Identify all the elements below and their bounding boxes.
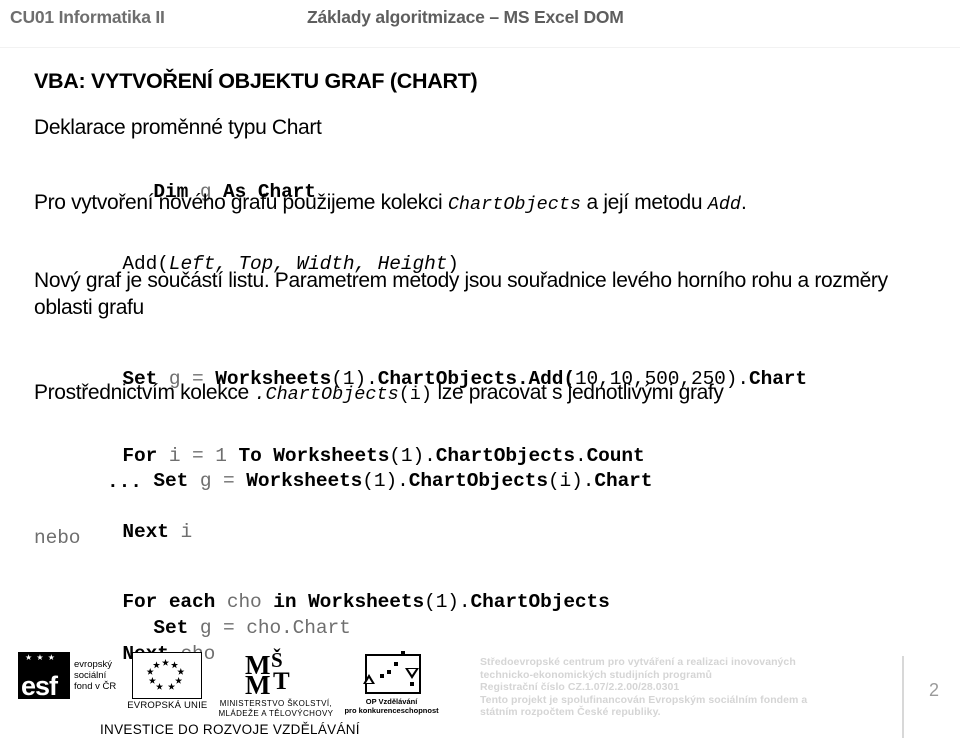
code-keyword-next: Next (122, 521, 181, 543)
esf-caption-line3: fond v ČR (74, 681, 117, 692)
opvk-dot-1 (400, 651, 405, 655)
code-chart-prop: Chart (594, 470, 653, 492)
text-line-parameters: Nový graf je součástí listu. Parametrem … (34, 267, 924, 321)
code-cho-chart-expr: g = cho.Chart (199, 617, 351, 639)
msmt-caption-line1: MINISTERSTVO ŠKOLSTVÍ, (219, 699, 333, 708)
slide-content: VBA: VYTVOŘENÍ OBJEKTU GRAF (CHART) Dekl… (0, 52, 960, 665)
line-text-2: lze pracovat s jednotlivými grafy (432, 381, 724, 404)
investment-tagline: INVESTICE DO ROZVOJE VZDĚLÁVÁNÍ (100, 722, 360, 737)
text-line-declaration: Deklarace proměnné typu Chart (34, 114, 322, 141)
msmt-caption: MINISTERSTVO ŠKOLSTVÍ, MLÁDEŽE A TĚLOVÝC… (218, 699, 333, 718)
page-number: 2 (929, 680, 940, 700)
line-text-2: a její metodu (581, 191, 708, 214)
eu-caption: EVROPSKÁ UNIE (127, 700, 208, 711)
footer-logo-strip: ★ ★ ★ esf evropský sociální fond v ČR EV… (18, 648, 458, 737)
inline-code-chartobjects: ChartObjects (447, 194, 582, 215)
line-text: Prostřednictvím kolekce (34, 381, 255, 404)
opvk-triangle-right-inner (407, 669, 416, 675)
esf-caption: evropský sociální fond v ČR (74, 659, 116, 692)
opvk-logo: OP Vzdělávání pro konkurenceschopnost (344, 651, 439, 715)
eu-flag-icon (132, 652, 203, 699)
header-topic-label: Základy algoritmizace – MS Excel DOM (307, 7, 624, 27)
opvk-caption-line1: OP Vzdělávání (365, 697, 418, 706)
footer-note-line-2: technicko-ekonomických studijních progra… (480, 668, 712, 681)
code-index-1: (1). (362, 470, 409, 492)
msmt-logo: M Š M T MINISTERSTVO ŠKOLSTVÍ, MLÁDEŽE A… (218, 648, 333, 718)
code-worksheets: Worksheets (246, 470, 363, 492)
footer-note-line-3: Registrační číslo CZ.1.07/2.2.00/28.0301 (480, 681, 680, 694)
text-line-chartobjects-intro: Pro vytvoření nového grafu použijeme kol… (34, 189, 934, 218)
opvk-caption-line2: pro konkurenceschopnost (344, 706, 439, 715)
opvk-dot-2 (393, 662, 398, 666)
header-course-label: CU01 Informatika II (10, 7, 165, 27)
text-line-collection-usage: Prostřednictvím kolekce .ChartObjects(i)… (34, 379, 934, 408)
page-title: VBA: VYTVOŘENÍ OBJEKTU GRAF (CHART) (34, 69, 478, 93)
line-text: Deklarace proměnné typu Chart (34, 116, 322, 139)
inline-code-chartobjects-dot: .ChartObjects (254, 384, 399, 405)
code-chartobjects: ChartObjects (408, 470, 548, 492)
opvk-triangle-left-inner (365, 678, 372, 683)
code-line-ellipsis: ... (107, 471, 142, 493)
esf-caption-line2: sociální (74, 670, 107, 681)
code-index-1: (1). (424, 591, 471, 613)
footer-project-note: Středoevropské centrum pro vytváření a r… (480, 656, 875, 719)
esf-caption-line1: evropský (74, 659, 113, 670)
header-divider (0, 47, 960, 48)
opvk-logo-icon (361, 651, 423, 697)
opvk-dot-4 (379, 674, 384, 678)
eu-logo: EVROPSKÁ UNIE (127, 652, 207, 711)
code-chartobjects: ChartObjects (470, 591, 610, 613)
slide-footer: ★ ★ ★ esf evropský sociální fond v ČR EV… (0, 648, 960, 738)
code-var-i: i (180, 521, 193, 543)
msmt-caption-line2: MLÁDEŽE A TĚLOVÝCHOVY (218, 708, 334, 718)
esf-logo: ★ ★ ★ esf evropský sociální fond v ČR (18, 652, 116, 699)
line-text: Pro vytvoření nového grafu použijeme kol… (34, 191, 448, 214)
opvk-dot-5 (409, 682, 414, 686)
slide-header: CU01 Informatika II Základy algoritmizac… (0, 0, 960, 48)
esf-wordmark: esf (21, 671, 58, 699)
inline-code-add: Add (707, 194, 742, 215)
footer-note-line-5: státním rozpočtem České republiky. (480, 706, 661, 719)
code-index-i: (i). (547, 470, 595, 492)
code-line-nebo: nebo (34, 527, 81, 549)
footer-note-line-4: Tento projekt je spolufinancován Evropsk… (480, 693, 808, 706)
msmt-glyph-t: T (272, 668, 290, 695)
line-text: Nový graf je součástí listu. Parametrem … (34, 269, 888, 319)
code-line-next-i: Next i (76, 495, 192, 570)
opvk-caption: OP Vzdělávání pro konkurenceschopnost (344, 697, 438, 715)
esf-logo-icon: ★ ★ ★ esf (18, 652, 70, 699)
logo-row: ★ ★ ★ esf evropský sociální fond v ČR EV… (18, 648, 439, 718)
opvk-dot-3 (386, 670, 391, 674)
code-var-g-assign: g = (199, 470, 247, 492)
inline-code-index-i: (i) (398, 384, 432, 405)
footer-note-line-1: Středoevropské centrum pro vytváření a r… (480, 656, 796, 668)
footer-vertical-divider (902, 656, 904, 738)
msmt-logo-icon: M Š M T (244, 648, 307, 700)
msmt-glyph-m2: M (244, 670, 271, 700)
eu-stars-icon (146, 659, 185, 690)
line-text-3: . (741, 191, 747, 214)
code-keyword-set: Set (153, 470, 200, 492)
